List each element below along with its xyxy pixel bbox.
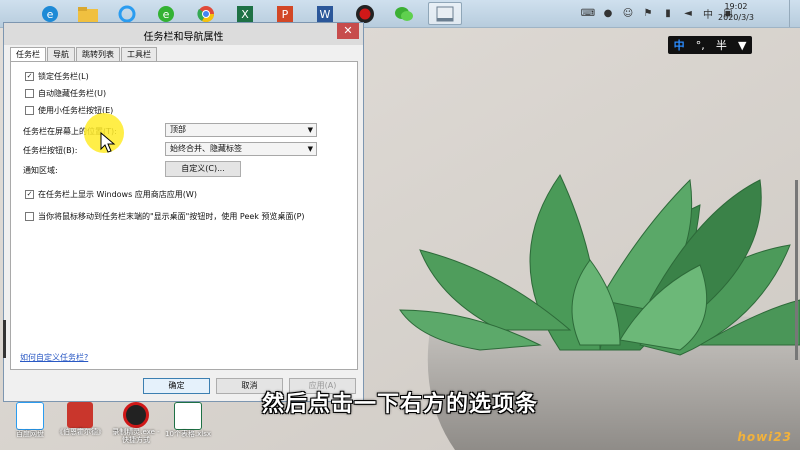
desktop-icon-label: 录制精灵.exe - 快捷方式 xyxy=(112,428,160,444)
clock-time: 19:02 xyxy=(724,2,748,11)
ime-toolbar[interactable]: 中 °, 半 ▼ xyxy=(668,36,752,54)
notify-label: 通知区域: xyxy=(23,166,58,175)
chevron-down-icon: ▼ xyxy=(307,145,313,153)
side-slider-handle[interactable] xyxy=(3,320,6,358)
clock[interactable]: 19:02 2020/3/3 xyxy=(706,1,766,23)
network-icon[interactable]: ▮ xyxy=(661,7,675,21)
desktop-icon-label: 百度网盘 xyxy=(16,430,44,438)
show-desktop-button[interactable] xyxy=(789,0,800,27)
right-scroll-bar[interactable] xyxy=(795,180,798,360)
autohide-label: 自动隐藏任务栏(U) xyxy=(38,89,107,98)
help-link[interactable]: 如何自定义任务栏? xyxy=(20,352,88,363)
tab-toolbars[interactable]: 工具栏 xyxy=(121,47,157,62)
tab-strip: 任务栏 导航 跳转列表 工具栏 xyxy=(10,47,158,63)
chevron-down-icon: ▼ xyxy=(307,126,313,134)
store-apps-label: 在任务栏上显示 Windows 应用商店应用(W) xyxy=(38,190,197,199)
store-apps-checkbox[interactable]: ✓ xyxy=(25,190,34,199)
watermark: howi23 xyxy=(737,430,792,444)
peek-checkbox[interactable] xyxy=(25,212,34,221)
svg-text:e: e xyxy=(163,8,170,21)
small-buttons-checkbox[interactable] xyxy=(25,106,34,115)
taskbar-properties-icon[interactable] xyxy=(428,2,462,25)
peek-option[interactable]: 当你将鼠标移动到任务栏末端的"显示桌面"按钮时，使用 Peek 预览桌面(P) xyxy=(25,211,305,222)
svg-text:P: P xyxy=(282,8,289,21)
dialog-titlebar[interactable]: 任务栏和导航属性 ✕ xyxy=(4,23,363,45)
lock-label: 锁定任务栏(L) xyxy=(38,72,89,81)
lock-taskbar-option[interactable]: ✓ 锁定任务栏(L) xyxy=(25,71,89,82)
qq-icon[interactable]: ● xyxy=(601,7,615,21)
autohide-checkbox[interactable] xyxy=(25,89,34,98)
video-subtitle: 然后点击一下右方的选项条 xyxy=(261,392,538,417)
ime-lang[interactable]: 中 xyxy=(674,37,685,53)
autohide-option[interactable]: 自动隐藏任务栏(U) xyxy=(25,88,106,99)
lock-checkbox[interactable]: ✓ xyxy=(25,72,34,81)
flag-icon[interactable]: ⚑ xyxy=(641,7,655,21)
position-value: 顶部 xyxy=(170,125,186,134)
clock-date: 2020/3/3 xyxy=(718,13,754,22)
close-icon[interactable]: ✕ xyxy=(337,23,359,39)
svg-text:X: X xyxy=(241,8,249,21)
buttons-label: 任务栏按钮(B): xyxy=(23,146,78,155)
people-icon[interactable]: ☺ xyxy=(621,7,635,21)
desktop-icon-label: 《伯恩霍尔德》 xyxy=(56,428,105,436)
tab-jumplists[interactable]: 跳转列表 xyxy=(76,47,120,62)
taskbar-properties-dialog: 任务栏和导航属性 ✕ 任务栏 导航 跳转列表 工具栏 ✓ 锁定任务栏(L) 自动… xyxy=(3,22,364,402)
ime-punct[interactable]: °, xyxy=(696,39,705,52)
svg-text:W: W xyxy=(320,8,331,21)
peek-label: 当你将鼠标移动到任务栏末端的"显示桌面"按钮时，使用 Peek 预览桌面(P) xyxy=(38,212,305,221)
ime-width[interactable]: 半 xyxy=(716,37,727,53)
shirt-icon[interactable]: ▼ xyxy=(738,39,746,52)
wechat-icon[interactable] xyxy=(388,2,420,25)
customize-button[interactable]: 自定义(C)... xyxy=(165,161,241,177)
position-select[interactable]: 顶部 ▼ xyxy=(165,123,317,137)
dialog-title: 任务栏和导航属性 xyxy=(143,32,224,43)
tab-panel: ✓ 锁定任务栏(L) 自动隐藏任务栏(U) 使用小任务栏按钮(E) 任务栏在屏幕… xyxy=(10,61,358,370)
svg-text:e: e xyxy=(47,8,54,21)
buttons-select[interactable]: 始终合并、隐藏标签 ▼ xyxy=(165,142,317,156)
store-apps-option[interactable]: ✓ 在任务栏上显示 Windows 应用商店应用(W) xyxy=(25,189,197,200)
desktop-icon-label: 10个表格.xlsx xyxy=(164,430,211,438)
mouse-cursor-icon xyxy=(100,132,116,153)
buttons-value: 始终合并、隐藏标签 xyxy=(170,144,242,153)
volume-icon[interactable]: ◄ xyxy=(681,7,695,21)
keyboard-icon[interactable]: ⌨ xyxy=(581,7,595,21)
tab-navigation[interactable]: 导航 xyxy=(47,47,75,62)
